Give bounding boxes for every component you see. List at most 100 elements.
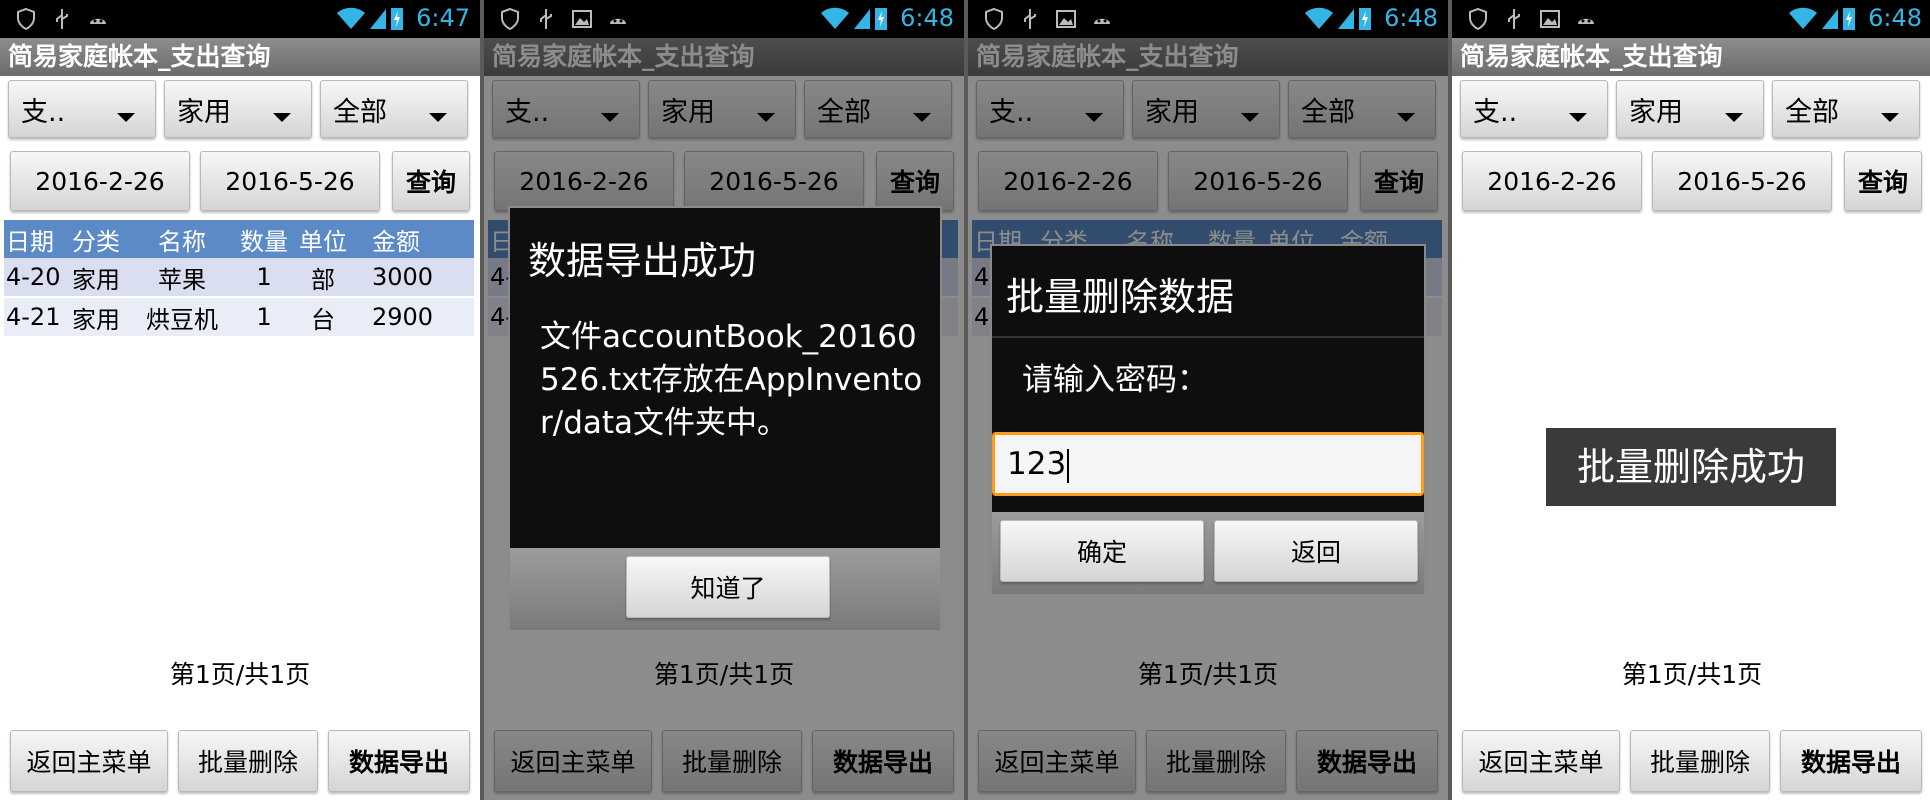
batch-delete-button[interactable]: 批量删除	[178, 730, 318, 792]
query-button[interactable]: 查询	[392, 151, 470, 211]
signal-icon	[1338, 9, 1355, 29]
cell-amount: 2900	[372, 303, 434, 331]
export-data-button[interactable]: 数据导出	[1780, 730, 1922, 792]
table-header: 日期 分类 名称 数量 单位 金额	[4, 220, 474, 258]
shield-icon	[1469, 7, 1487, 31]
header-date: 日期	[6, 227, 54, 256]
image-icon	[1540, 10, 1560, 28]
header-category: 分类	[72, 227, 120, 256]
header-quantity: 数量	[240, 227, 288, 256]
page-indicator: 第1页/共1页	[1621, 660, 1763, 689]
cell-unit: 台	[311, 305, 335, 334]
clock: 6:47	[416, 4, 470, 32]
app-title: 简易家庭帐本_支出查询	[0, 38, 480, 76]
text-cursor	[1067, 448, 1070, 483]
back-to-menu-button[interactable]: 返回主菜单	[1462, 730, 1620, 792]
type-spinner[interactable]: 支..	[8, 80, 156, 138]
header-name: 名称	[158, 227, 206, 256]
image-icon	[572, 10, 592, 28]
expense-table: 日期 分类 名称 数量 单位 金额 4-20 家用 苹果 1 部 3000 4-…	[4, 220, 474, 336]
category-spinner-label: 家用	[177, 96, 231, 128]
status-bar: 6:48	[484, 0, 964, 38]
export-success-dialog: 数据导出成功 文件accountBook_20160526.txt存放在AppI…	[508, 206, 942, 630]
name-spinner[interactable]: 全部	[1772, 80, 1920, 138]
android-debug-icon	[1094, 18, 1110, 24]
dropdown-arrow-icon	[117, 113, 135, 122]
status-bar: 6:48	[1452, 0, 1930, 38]
usb-icon	[1508, 9, 1520, 29]
batch-delete-button[interactable]: 批量删除	[1630, 730, 1770, 792]
password-prompt: 请输入密码：	[1022, 362, 1208, 398]
signal-icon	[370, 9, 387, 29]
table-row[interactable]: 4-20 家用 苹果 1 部 3000	[4, 258, 474, 296]
signal-icon	[1822, 9, 1839, 29]
dropdown-arrow-icon	[1881, 113, 1899, 122]
cancel-button[interactable]: 返回	[1214, 520, 1418, 582]
dialog-divider	[992, 336, 1424, 338]
table-row[interactable]: 4-21 家用 烘豆机 1 台 2900	[4, 298, 474, 336]
phone-screen-4: 6:48 简易家庭帐本_支出查询 支.. 家用 全部 2016-2-26 201…	[1452, 0, 1930, 800]
page-indicator: 第1页/共1页	[169, 660, 311, 689]
cell-amount: 3000	[372, 263, 434, 291]
status-bar: 6:48	[968, 0, 1448, 38]
header-unit: 单位	[299, 227, 347, 256]
cell-quantity: 1	[256, 303, 272, 331]
clock: 6:48	[1384, 4, 1438, 32]
usb-icon	[1024, 9, 1036, 29]
cell-date: 4-20	[6, 263, 61, 291]
category-spinner[interactable]: 家用	[164, 80, 312, 138]
end-date-button[interactable]: 2016-5-26	[1652, 151, 1832, 211]
password-input-value: 123	[1007, 446, 1067, 482]
usb-icon	[540, 9, 552, 29]
dialog-message: 文件accountBook_20160526.txt存放在AppInventor…	[540, 319, 923, 441]
back-to-menu-button[interactable]: 返回主菜单	[10, 730, 168, 792]
shield-icon	[17, 7, 35, 31]
export-data-button[interactable]: 数据导出	[328, 730, 470, 792]
type-spinner-label: 支..	[21, 96, 66, 128]
shield-icon	[985, 7, 1003, 31]
dropdown-arrow-icon	[273, 113, 291, 122]
battery-icon	[391, 8, 404, 30]
phone-screen-2: 6:48 简易家庭帐本_支出查询 支.. 家用 全部 2016-2-26 201…	[484, 0, 964, 800]
password-input[interactable]: 123	[992, 432, 1424, 496]
signal-icon	[854, 9, 871, 29]
dialog-button-bar: 确定 返回	[992, 512, 1424, 594]
type-spinner[interactable]: 支..	[1460, 80, 1608, 138]
acknowledge-button[interactable]: 知道了	[626, 556, 830, 618]
battery-icon	[1843, 8, 1856, 30]
cell-name: 苹果	[158, 265, 206, 294]
start-date-button[interactable]: 2016-2-26	[1462, 151, 1642, 211]
toast-message: 批量删除成功	[1546, 428, 1836, 506]
shield-icon	[501, 7, 519, 31]
clock: 6:48	[900, 4, 954, 32]
wifi-icon	[1789, 7, 1818, 29]
battery-icon	[875, 8, 888, 30]
cell-category: 家用	[72, 305, 120, 334]
wifi-icon	[337, 7, 366, 29]
category-spinner-label: 家用	[1629, 96, 1683, 128]
app-title: 简易家庭帐本_支出查询	[1452, 38, 1930, 76]
dropdown-arrow-icon	[429, 113, 447, 122]
dialog-title: 数据导出成功	[528, 239, 757, 283]
query-button[interactable]: 查询	[1844, 151, 1922, 211]
dropdown-arrow-icon	[1725, 113, 1743, 122]
batch-delete-dialog: 批量删除数据 请输入密码： 123 确定 返回	[990, 244, 1426, 594]
battery-icon	[1359, 8, 1372, 30]
wifi-icon	[1305, 7, 1334, 29]
cell-name: 烘豆机	[146, 305, 218, 334]
android-debug-icon	[90, 18, 106, 24]
cell-unit: 部	[311, 265, 335, 294]
header-amount: 金额	[372, 227, 420, 256]
image-icon	[1056, 10, 1076, 28]
status-bar: 6:47	[0, 0, 480, 38]
dialog-title: 批量删除数据	[1006, 275, 1235, 319]
name-spinner[interactable]: 全部	[320, 80, 468, 138]
start-date-button[interactable]: 2016-2-26	[10, 151, 190, 211]
wifi-icon	[821, 7, 850, 29]
category-spinner[interactable]: 家用	[1616, 80, 1764, 138]
clock: 6:48	[1868, 4, 1922, 32]
confirm-button[interactable]: 确定	[1000, 520, 1204, 582]
end-date-button[interactable]: 2016-5-26	[200, 151, 380, 211]
screenshot-row: 6:47 简易家庭帐本_支出查询 支.. 家用 全部 2016-2-26 201…	[0, 0, 1930, 800]
type-spinner-label: 支..	[1473, 96, 1518, 128]
